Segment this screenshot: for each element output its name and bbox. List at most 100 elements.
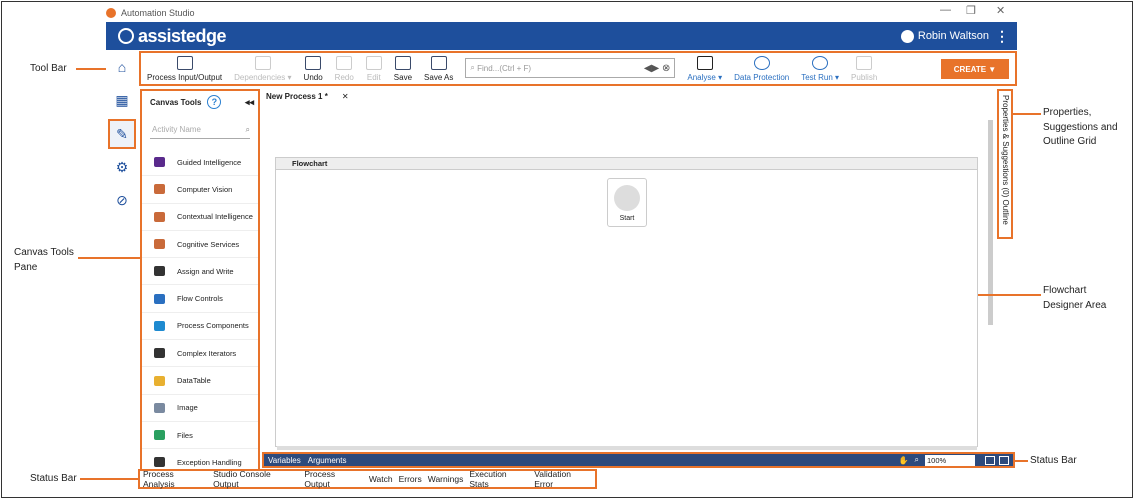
tool-category-icon [154, 266, 165, 277]
flowchart-header: Flowchart [276, 158, 977, 170]
close-tab-icon[interactable]: ✕ [342, 92, 349, 101]
brand-logo: assistedge [118, 25, 227, 47]
tool-category-icon [154, 402, 165, 413]
canvas-tool-item[interactable]: Files [142, 422, 258, 450]
find-nav-arrows-icon[interactable]: ◀▶ ⊗ [644, 63, 671, 74]
analyse-button[interactable]: Analyse ▾ [681, 56, 728, 84]
data-protection-button[interactable]: Data Protection [728, 56, 795, 84]
dependencies-button[interactable]: Dependencies ▾ [228, 56, 297, 84]
kebab-menu-icon[interactable]: ⋮ [995, 28, 1009, 45]
save-icon [394, 56, 411, 70]
output-tab[interactable]: Execution Stats [466, 469, 531, 489]
fit-screen-icon[interactable] [985, 455, 995, 465]
analyse-icon [696, 56, 713, 70]
canvas-tool-label: Cognitive Services [177, 239, 240, 249]
callout-flowchart-area: Flowchart Designer Area [1043, 285, 1107, 311]
start-node[interactable]: Start [607, 178, 647, 227]
test-run-icon [812, 56, 829, 70]
zoom-search-icon[interactable]: ⌕ [915, 455, 919, 465]
tool-category-icon [154, 320, 165, 331]
canvas-tools-pane: Canvas Tools ? ◂◂ Activity Name ⌕ Guided… [140, 89, 260, 471]
app-logo-icon [106, 8, 116, 18]
process-io-button[interactable]: Process Input/Output [141, 56, 228, 84]
tool-category-icon [154, 375, 165, 386]
pan-hand-icon[interactable]: ✋ [899, 456, 909, 465]
output-tab[interactable]: Studio Console Output [210, 469, 301, 489]
canvas-tool-item[interactable]: Contextual Intelligence [142, 204, 258, 231]
canvas-tool-label: Guided Intelligence [177, 157, 242, 167]
canvas-tool-label: Computer Vision [177, 184, 233, 194]
maximize-button[interactable]: ❐ [966, 4, 976, 17]
start-node-icon [614, 185, 640, 211]
collapse-icon[interactable]: ◂◂ [245, 97, 254, 108]
window-title: Automation Studio [121, 8, 195, 18]
canvas-tool-label: Files [177, 430, 193, 440]
properties-outline-label: Properties & Suggestions (0) Outline [1001, 95, 1010, 225]
save-as-button[interactable]: Save As [418, 56, 459, 84]
canvas-tool-item[interactable]: Guided Intelligence [142, 149, 258, 177]
apps-grid-icon[interactable]: ▦ [112, 90, 132, 110]
user-profile[interactable]: Robin Waltson [900, 29, 989, 43]
canvas-tool-label: Assign and Write [177, 266, 234, 276]
test-run-button[interactable]: Test Run ▾ [795, 56, 845, 84]
variables-tab[interactable]: Variables [264, 456, 304, 465]
canvas-tool-item[interactable]: Cognitive Services [142, 231, 258, 259]
redo-button[interactable]: Redo [329, 56, 360, 84]
canvas-tool-item[interactable]: Complex Iterators [142, 340, 258, 368]
help-icon[interactable]: ? [207, 95, 222, 109]
search-icon: ⌕ [470, 63, 478, 72]
close-button[interactable]: ✕ [996, 4, 1005, 17]
tool-category-icon [154, 239, 165, 250]
canvas-tool-item[interactable]: Flow Controls [142, 285, 258, 313]
callout-line-flowchart [978, 294, 1041, 296]
search-icon: ⌕ [245, 124, 250, 134]
settings-gear-icon[interactable]: ⚙ [112, 157, 132, 177]
canvas-tool-label: Contextual Intelligence [177, 212, 253, 222]
canvas-tool-item[interactable]: Computer Vision [142, 176, 258, 204]
canvas-tool-item[interactable]: Exception Handling [142, 449, 258, 469]
process-io-icon [176, 56, 193, 70]
edit-pencil-icon[interactable]: ✎ [108, 119, 136, 149]
callout-line-status-left [80, 478, 138, 480]
tool-category-icon [154, 348, 165, 359]
horizontal-scrollbar[interactable] [277, 446, 977, 450]
canvas-tool-label: Process Components [177, 321, 249, 331]
edit-button[interactable]: Edit [360, 56, 388, 84]
output-tab[interactable]: Watch [366, 474, 396, 484]
undo-icon [305, 56, 322, 70]
zoom-select[interactable]: 100% [925, 454, 975, 466]
output-tab[interactable]: Warnings [425, 474, 467, 484]
tab-new-process[interactable]: New Process 1 * ✕ [262, 92, 353, 101]
left-nav: ⌂ ▦ ✎ ⚙ ⊘ [106, 51, 138, 451]
output-tab[interactable]: Errors [396, 474, 425, 484]
tool-category-icon [154, 211, 165, 222]
minimize-button[interactable]: — [940, 4, 951, 16]
output-tab[interactable]: Process Output [301, 469, 365, 489]
canvas-tool-item[interactable]: DataTable [142, 367, 258, 395]
activity-search-input[interactable]: Activity Name ⌕ [150, 121, 250, 139]
canvas-tool-item[interactable]: Image [142, 395, 258, 422]
output-tab[interactable]: Process Analysis [140, 469, 210, 489]
overview-icon[interactable] [999, 455, 1009, 465]
properties-outline-pane[interactable]: Properties & Suggestions (0) Outline [997, 89, 1013, 239]
canvas-tool-label: Complex Iterators [177, 348, 237, 358]
save-as-icon [430, 56, 447, 70]
brand-name: assistedge [138, 25, 227, 46]
canvas-tool-item[interactable]: Process Components [142, 313, 258, 341]
find-input[interactable]: ⌕ Find...(Ctrl + F) ◀▶ ⊗ [465, 58, 676, 78]
tool-bar: Process Input/Output Dependencies ▾ Undo… [139, 51, 1017, 86]
undo-button[interactable]: Undo [298, 56, 329, 84]
callout-properties: Properties, Suggestions and Outline Grid [1043, 107, 1118, 147]
publish-button[interactable]: Publish [845, 56, 883, 84]
canvas-tool-item[interactable]: Assign and Write [142, 258, 258, 286]
publish-icon [856, 56, 873, 70]
home-icon[interactable]: ⌂ [112, 57, 132, 77]
canvas-tools-title: Canvas Tools [150, 97, 202, 107]
save-button[interactable]: Save [388, 56, 418, 84]
redo-icon [336, 56, 353, 70]
flowchart-container[interactable]: Flowchart Start [275, 157, 978, 447]
output-tab[interactable]: Validation Error [531, 469, 595, 489]
explore-compass-icon[interactable]: ⊘ [112, 190, 132, 210]
create-button[interactable]: CREATE ▼ [941, 59, 1009, 79]
arguments-tab[interactable]: Arguments [304, 456, 350, 465]
